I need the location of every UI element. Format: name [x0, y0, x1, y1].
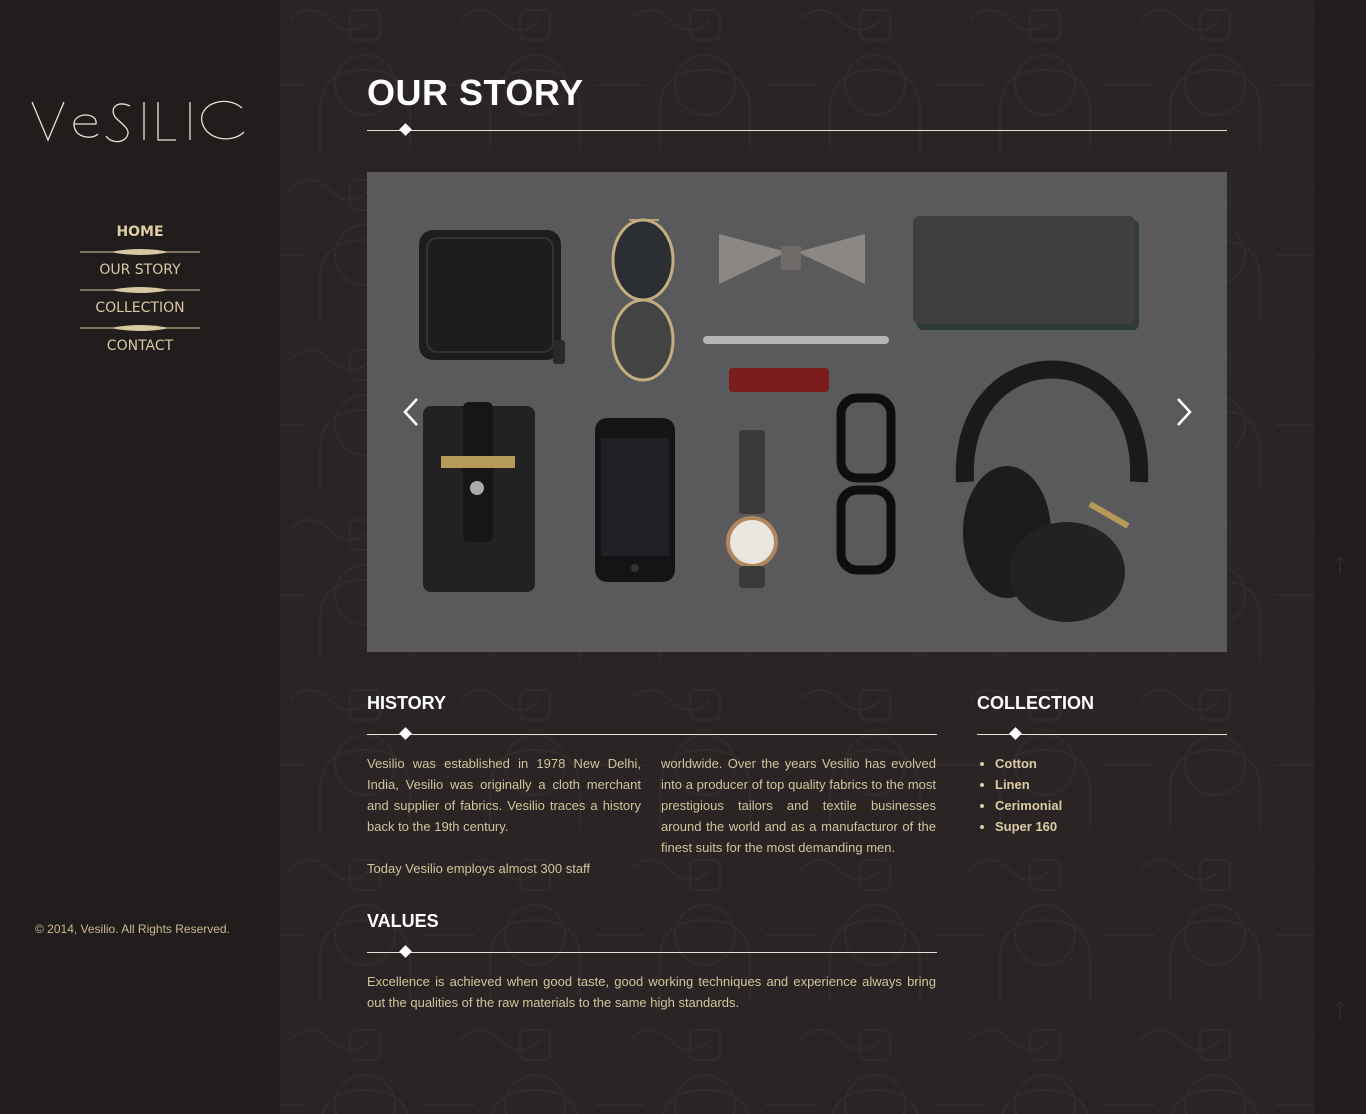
- history-text-col1: Vesilio was established in 1978 New Delh…: [367, 756, 641, 834]
- collection-item-linen[interactable]: Linen: [995, 774, 1062, 795]
- copyright-text: © 2014, Vesilio. All Rights Reserved.: [35, 922, 230, 936]
- phone-case: [423, 402, 535, 592]
- collection-list: Cotton Linen Cerimonial Super 160: [977, 753, 1062, 837]
- arrow-up-icon[interactable]: [1333, 555, 1347, 575]
- nav-divider: [80, 325, 200, 331]
- history-rule: [367, 734, 937, 735]
- values-heading: VALUES: [367, 911, 439, 931]
- arrow-up-icon[interactable]: [1333, 1000, 1347, 1020]
- vesilio-logo[interactable]: [30, 92, 250, 148]
- collection-item-super-160[interactable]: Super 160: [995, 816, 1062, 837]
- values-rule: [367, 952, 937, 953]
- title-rule: [367, 130, 1227, 131]
- page-title: OUR STORY: [367, 72, 584, 113]
- nav-item-contact[interactable]: CONTACT: [80, 334, 200, 372]
- pen: [703, 336, 889, 344]
- history-text-col1b: Today Vesilio employs almost 300 staff: [367, 861, 591, 876]
- image-slider[interactable]: [367, 172, 1227, 652]
- notebook: [913, 216, 1139, 330]
- collection-item-cotton[interactable]: Cotton: [995, 753, 1062, 774]
- history-text-col2: worldwide. Over the years Vesilio has ev…: [661, 756, 936, 855]
- main-nav: HOME OUR STORY COLLECTION CONTACT: [80, 220, 200, 372]
- values-text: Excellence is achieved when good taste, …: [367, 974, 936, 1010]
- sidebar: HOME OUR STORY COLLECTION CONTACT © 2014…: [0, 0, 280, 1114]
- collection-heading: COLLECTION: [977, 693, 1094, 713]
- nav-divider: [80, 287, 200, 293]
- chevron-right-icon[interactable]: [1174, 396, 1194, 428]
- red-lighter: [729, 368, 829, 392]
- wallet: [419, 230, 565, 364]
- chevron-left-icon[interactable]: [401, 396, 421, 428]
- slider-image: [367, 172, 1227, 652]
- phone: [595, 418, 675, 582]
- history-heading: HISTORY: [367, 693, 447, 713]
- collection-item-cerimonial[interactable]: Cerimonial: [995, 795, 1062, 816]
- nav-divider: [80, 249, 200, 255]
